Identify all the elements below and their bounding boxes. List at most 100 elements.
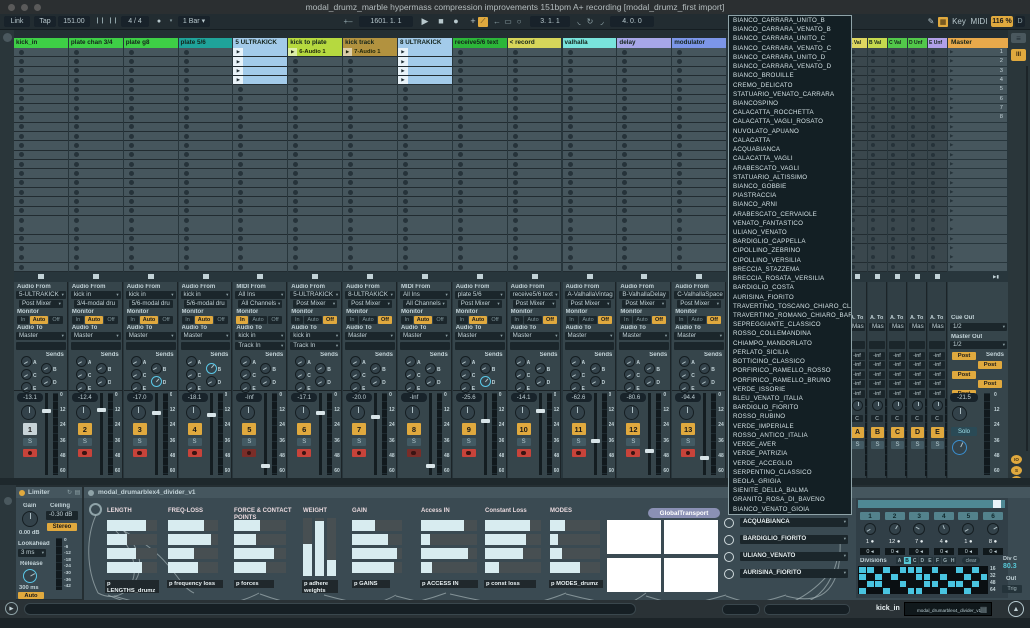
io-extra-box[interactable] <box>16 342 66 350</box>
return-header[interactable]: C Val <box>888 38 907 48</box>
io-input-select[interactable]: A-ValhallaVintag▾ <box>565 291 615 299</box>
return-activator[interactable]: B <box>871 427 884 438</box>
scene-play-icon[interactable]: ▶ <box>950 264 953 270</box>
clip-slot[interactable] <box>179 85 233 93</box>
volume-fader-track[interactable] <box>374 393 377 475</box>
scene-slot[interactable]: ▶ <box>948 225 1007 233</box>
clip-stop-icon[interactable] <box>348 190 353 195</box>
clip-stop-icon[interactable] <box>184 143 189 148</box>
return-slot[interactable] <box>928 104 947 112</box>
dropdown-item[interactable]: BIANCO_CARRARA_VENATO_B <box>729 25 851 34</box>
slot-stop-icon[interactable] <box>911 153 915 157</box>
clip-stop-icon[interactable] <box>677 255 682 260</box>
clip-slot[interactable] <box>288 132 342 140</box>
send-a-knob[interactable] <box>131 356 142 367</box>
seq-step-button[interactable]: 3 <box>909 512 929 520</box>
clip-stop-icon[interactable] <box>513 115 518 120</box>
slot-stop-icon[interactable] <box>911 199 915 203</box>
clip-slot[interactable] <box>508 188 562 196</box>
return-slot[interactable] <box>928 244 947 252</box>
clip-stop-icon[interactable] <box>293 236 298 241</box>
clip-stop-icon[interactable] <box>403 246 408 251</box>
clip-stop-icon[interactable] <box>19 78 24 83</box>
master-pan-knob[interactable] <box>952 406 967 421</box>
seq-grid-cell[interactable] <box>916 588 923 594</box>
clip-stop-icon[interactable] <box>458 246 463 251</box>
pan-knob[interactable] <box>76 405 91 420</box>
gain-knob[interactable] <box>22 511 38 527</box>
return-pan-value[interactable]: C <box>891 415 903 422</box>
clip-stop-icon[interactable] <box>19 180 24 185</box>
clip-stop-icon[interactable] <box>348 143 353 148</box>
clip-stop-icon[interactable] <box>622 59 627 64</box>
clip-stop-icon[interactable] <box>458 265 463 270</box>
scene-play-icon[interactable]: ▶ <box>950 254 953 260</box>
slot-stop-icon[interactable] <box>931 218 935 222</box>
return-slot[interactable] <box>888 197 907 205</box>
return-slot[interactable] <box>908 235 927 243</box>
automation-arm-button[interactable]: ⟋ <box>478 17 488 27</box>
monitor-off-button[interactable]: Off <box>707 316 721 324</box>
clip-stop-icon[interactable] <box>74 143 79 148</box>
io-extra-box[interactable] <box>345 342 395 350</box>
return-slot[interactable] <box>928 113 947 121</box>
dropdown-item[interactable]: VERDE_PATRIZIA <box>729 449 851 458</box>
clip-slot[interactable] <box>14 188 68 196</box>
clip-slot[interactable] <box>617 216 671 224</box>
seq-knob[interactable] <box>987 523 999 535</box>
seq-step-button[interactable]: 2 <box>885 512 905 520</box>
scene-play-icon[interactable]: ▶ <box>950 208 953 214</box>
clip-stop-icon[interactable] <box>348 208 353 213</box>
clip-stop-icon[interactable] <box>348 236 353 241</box>
return-slot[interactable] <box>908 225 927 233</box>
return-slot[interactable] <box>868 67 887 75</box>
stop-all-marker[interactable] <box>422 274 428 279</box>
midi-clip-slot[interactable]: ▶ <box>398 76 452 84</box>
seq-number-box[interactable]: 0 ◂ <box>958 548 978 555</box>
clip-stop-icon[interactable] <box>129 171 134 176</box>
dropdown-item[interactable]: CALACATTA_ROCCHETTA <box>729 108 851 117</box>
clip-stop-icon[interactable] <box>19 124 24 129</box>
volume-fader-track[interactable] <box>45 393 48 475</box>
return-slot[interactable] <box>908 67 927 75</box>
return-slot[interactable] <box>868 132 887 140</box>
clip-slot[interactable] <box>398 151 452 159</box>
return-slot[interactable] <box>868 235 887 243</box>
slot-stop-icon[interactable] <box>891 218 895 222</box>
io-input-select[interactable]: C-ValhallaSpace▾ <box>674 291 724 299</box>
monitor-off-button[interactable]: Off <box>268 316 282 324</box>
dropdown-item[interactable]: PERLATO_SICILIA <box>729 348 851 357</box>
volume-display[interactable]: -Inf <box>236 393 262 402</box>
clip-stop-icon[interactable] <box>129 208 134 213</box>
volume-fader-handle[interactable] <box>371 415 380 419</box>
clip-stop-icon[interactable] <box>568 143 573 148</box>
monitor-off-button[interactable]: Off <box>543 316 557 324</box>
clip-stop-icon[interactable] <box>129 59 134 64</box>
clip-slot[interactable] <box>233 160 287 168</box>
clear-button[interactable]: clear <box>962 557 980 564</box>
clip-slot[interactable] <box>563 76 617 84</box>
dropdown-item[interactable]: BARDIGLIO_COSTA <box>729 283 851 292</box>
clip-stop-icon[interactable] <box>184 134 189 139</box>
clip-stop-icon[interactable] <box>458 87 463 92</box>
clip-slot[interactable] <box>617 57 671 65</box>
clip-stop-icon[interactable] <box>238 171 243 176</box>
clip-slot[interactable] <box>672 113 726 121</box>
clip-slot[interactable] <box>398 216 452 224</box>
clip-stop-icon[interactable] <box>19 208 24 213</box>
io-extra-box[interactable] <box>619 342 669 350</box>
stop-all-marker[interactable] <box>257 274 263 279</box>
return-slot[interactable] <box>868 123 887 131</box>
clip-stop-icon[interactable] <box>677 124 682 129</box>
slot-stop-icon[interactable] <box>891 97 895 101</box>
volume-display[interactable]: -62.6 <box>566 393 592 402</box>
clip-slot[interactable] <box>288 179 342 187</box>
clip-stop-icon[interactable] <box>293 246 298 251</box>
clip-stop-icon[interactable] <box>348 78 353 83</box>
clip-slot[interactable] <box>288 188 342 196</box>
clip-slot[interactable] <box>69 67 123 75</box>
dropdown-item[interactable]: CALACATTA <box>729 136 851 145</box>
clip-slot[interactable] <box>233 95 287 103</box>
return-slot[interactable] <box>888 169 907 177</box>
clip-slot[interactable] <box>124 244 178 252</box>
